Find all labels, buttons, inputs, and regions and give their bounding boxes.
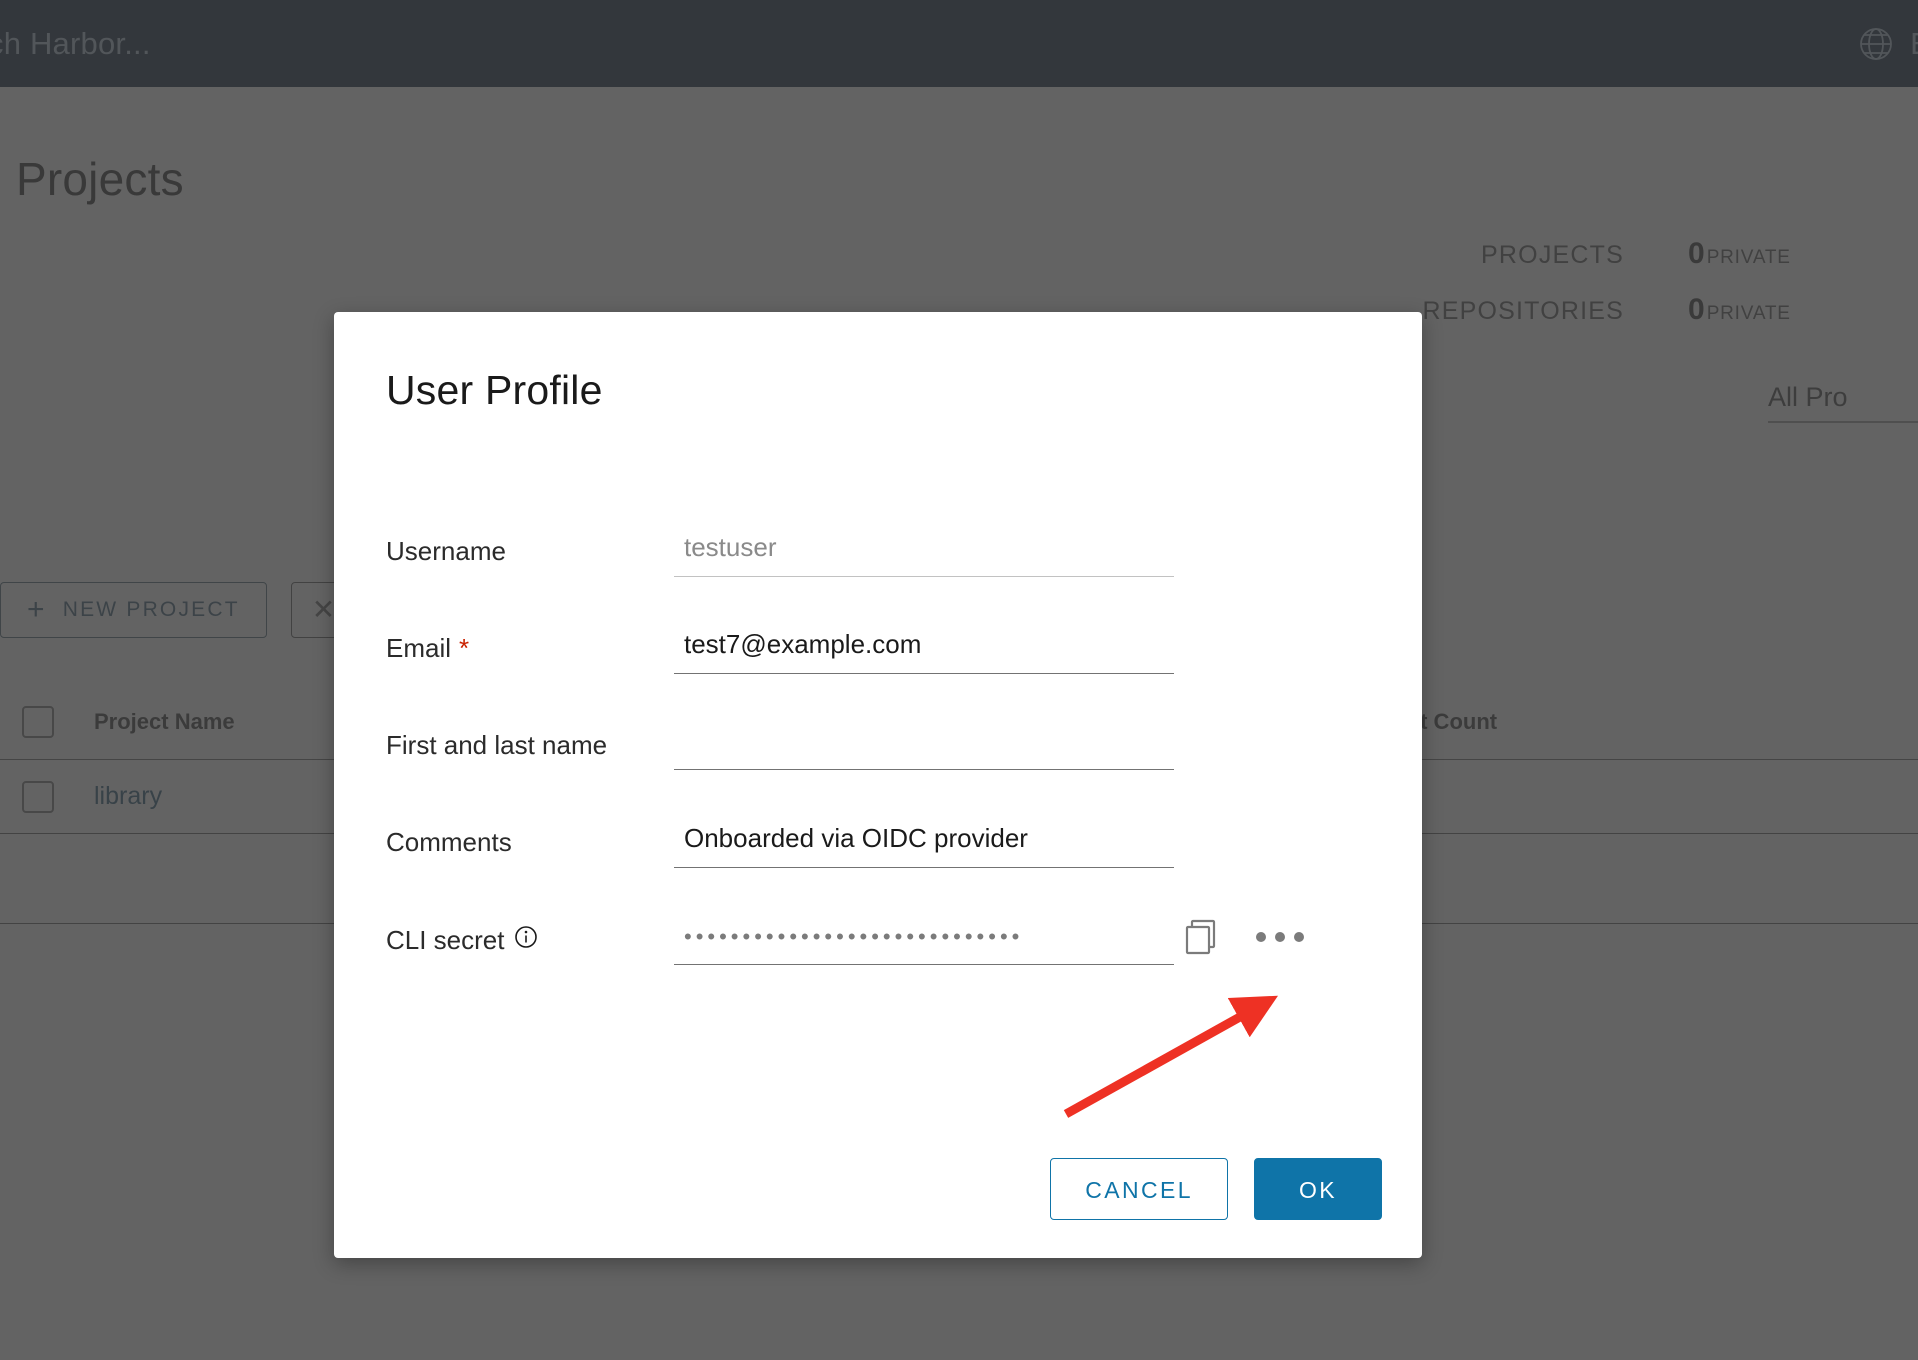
user-profile-dialog: User Profile Username testuser Email * t… bbox=[334, 312, 1422, 1258]
ellipsis-icon[interactable] bbox=[1256, 932, 1304, 942]
input-fullname[interactable] bbox=[674, 720, 1174, 770]
label-comments: Comments bbox=[386, 817, 674, 858]
dialog-action-buttons: CANCEL OK bbox=[1050, 1158, 1382, 1220]
input-username[interactable]: testuser bbox=[674, 526, 1174, 577]
label-email-text: Email bbox=[386, 633, 452, 663]
input-comments[interactable]: Onboarded via OIDC provider bbox=[674, 817, 1174, 868]
input-email[interactable]: test7@example.com bbox=[674, 623, 1174, 674]
info-circle-icon[interactable] bbox=[513, 924, 539, 957]
field-comments: Onboarded via OIDC provider bbox=[674, 817, 1174, 868]
field-email: test7@example.com bbox=[674, 623, 1174, 674]
user-profile-form: Username testuser Email * test7@example.… bbox=[386, 526, 1346, 1011]
ellipsis-dot bbox=[1256, 932, 1266, 942]
ok-button[interactable]: OK bbox=[1253, 1158, 1382, 1220]
label-fullname: First and last name bbox=[386, 720, 674, 761]
field-fullname bbox=[674, 720, 1174, 770]
label-username-text: Username bbox=[386, 536, 506, 566]
screen-root: Projects PROJECTS 0 PRIVATE REPOSITORIES… bbox=[0, 0, 1918, 1360]
form-row-email: Email * test7@example.com bbox=[386, 623, 1346, 720]
cli-secret-actions bbox=[1184, 918, 1304, 956]
field-cli-secret: ••••••••••••••••••••••••••••• bbox=[674, 914, 1304, 965]
copy-icon[interactable] bbox=[1184, 918, 1222, 956]
ellipsis-dot bbox=[1294, 932, 1304, 942]
input-cli-secret[interactable]: ••••••••••••••••••••••••••••• bbox=[674, 914, 1174, 965]
form-row-comments: Comments Onboarded via OIDC provider bbox=[386, 817, 1346, 914]
label-cli-secret: CLI secret bbox=[386, 914, 674, 957]
modal-overlay-header-dim bbox=[0, 0, 1918, 87]
label-comments-text: Comments bbox=[386, 827, 512, 857]
required-asterisk: * bbox=[459, 633, 470, 663]
cancel-button[interactable]: CANCEL bbox=[1050, 1158, 1228, 1220]
cli-secret-masked-value: ••••••••••••••••••••••••••••• bbox=[684, 924, 1024, 949]
field-username: testuser bbox=[674, 526, 1174, 577]
form-row-username: Username testuser bbox=[386, 526, 1346, 623]
form-row-fullname: First and last name bbox=[386, 720, 1346, 817]
dialog-title: User Profile bbox=[386, 367, 603, 413]
label-email: Email * bbox=[386, 623, 674, 664]
label-username: Username bbox=[386, 526, 674, 567]
form-row-cli-secret: CLI secret ••••••••••••••••••••••••••••• bbox=[386, 914, 1346, 1011]
label-fullname-text: First and last name bbox=[386, 730, 608, 760]
label-cli-secret-text: CLI secret bbox=[386, 925, 505, 955]
ellipsis-dot bbox=[1275, 932, 1285, 942]
